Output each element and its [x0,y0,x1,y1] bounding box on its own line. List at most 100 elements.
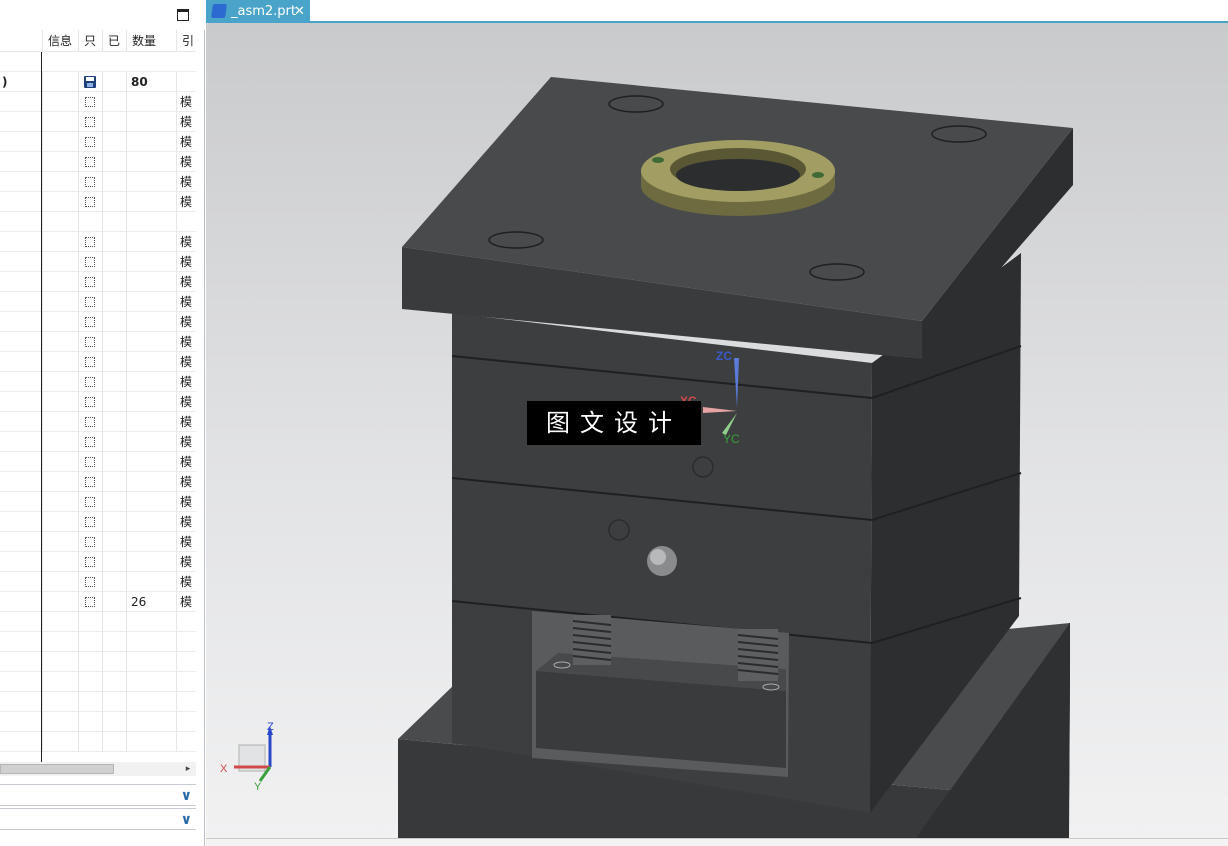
row-info [42,312,78,332]
component-row[interactable]: 模 [0,192,196,212]
readonly-checkbox[interactable] [85,417,95,427]
readonly-checkbox[interactable] [85,177,95,187]
readonly-checkbox[interactable] [85,277,95,287]
component-row[interactable]: 模 [0,132,196,152]
column-quantity[interactable]: 数量 [126,30,176,52]
row-quantity [126,432,176,452]
dependencies-section[interactable]: ∨ [0,808,196,830]
maximize-icon[interactable] [177,9,189,21]
readonly-checkbox[interactable] [85,337,95,347]
component-row[interactable]: 模 [0,432,196,452]
readonly-checkbox[interactable] [85,577,95,587]
readonly-checkbox[interactable] [85,117,95,127]
row-readonly [78,672,102,692]
scroll-right-icon[interactable]: ▸ [182,762,194,776]
readonly-checkbox[interactable] [85,137,95,147]
column-info[interactable]: 信息 [42,30,78,52]
component-row[interactable]: 模 [0,292,196,312]
row-readonly [78,612,102,632]
column-reference[interactable]: 引 [176,30,196,52]
row-quantity [126,132,176,152]
row-info [42,712,78,732]
component-row[interactable]: 26 模 [0,592,196,612]
component-row[interactable]: 模 [0,312,196,332]
component-row[interactable] [0,632,196,652]
component-row[interactable] [0,712,196,732]
component-row[interactable] [0,692,196,712]
scrollbar-thumb[interactable] [0,764,114,774]
component-row[interactable]: 模 [0,392,196,412]
row-quantity [126,212,176,232]
row-quantity [126,252,176,272]
component-row[interactable]: 模 [0,472,196,492]
component-row[interactable]: 模 [0,452,196,472]
readonly-checkbox[interactable] [85,477,95,487]
view-triad[interactable]: Z X Y [220,721,274,793]
row-info [42,692,78,712]
component-row[interactable]: 模 [0,552,196,572]
component-row[interactable] [0,732,196,752]
chevron-down-icon[interactable]: ∨ [181,809,192,831]
readonly-checkbox[interactable] [85,557,95,567]
readonly-checkbox[interactable] [85,517,95,527]
row-quantity [126,412,176,432]
component-row[interactable]: 模 [0,572,196,592]
preview-section[interactable]: ∨ [0,784,196,806]
component-row[interactable] [0,612,196,632]
component-row[interactable]: 模 [0,372,196,392]
component-row[interactable] [0,652,196,672]
horizontal-scrollbar[interactable]: ▸ [0,762,196,776]
locating-ring [641,140,835,216]
row-quantity [126,672,176,692]
component-row[interactable]: 模 [0,272,196,292]
readonly-checkbox[interactable] [85,197,95,207]
component-row[interactable]: 模 [0,532,196,552]
component-row[interactable]: 模 [0,512,196,532]
readonly-checkbox[interactable] [85,257,95,267]
component-row[interactable]: 模 [0,332,196,352]
row-reference: 模 [176,352,196,372]
root-assembly-row[interactable]: ) 80 [0,72,196,92]
3d-viewport[interactable]: ZC XC YC Z X Y 图文设计 [206,23,1228,838]
readonly-checkbox[interactable] [85,597,95,607]
readonly-checkbox[interactable] [85,97,95,107]
row-modified [102,672,126,692]
readonly-checkbox[interactable] [85,437,95,447]
readonly-checkbox[interactable] [85,457,95,467]
row-modified [102,132,126,152]
row-modified [102,572,126,592]
tree-column-divider[interactable] [41,52,42,762]
component-row[interactable]: 模 [0,352,196,372]
row-quantity [126,552,176,572]
component-row[interactable] [0,672,196,692]
readonly-checkbox[interactable] [85,377,95,387]
row-info [42,732,78,752]
readonly-checkbox[interactable] [85,497,95,507]
readonly-checkbox[interactable] [85,537,95,547]
readonly-checkbox[interactable] [85,157,95,167]
close-icon[interactable]: ✕ [294,0,305,23]
readonly-checkbox[interactable] [85,297,95,307]
component-row[interactable]: 模 [0,232,196,252]
spacer-row [0,52,196,72]
row-info [42,272,78,292]
row-info [42,192,78,212]
column-modified[interactable]: 已 [102,30,126,52]
tab-asm2[interactable]: _asm2.prt ✕ [206,0,310,23]
component-row[interactable]: 模 [0,412,196,432]
mold-base-model[interactable]: ZC XC YC Z X Y [206,23,1228,838]
component-row[interactable]: 模 [0,172,196,192]
component-row[interactable]: 模 [0,92,196,112]
component-row[interactable]: 模 [0,152,196,172]
component-row[interactable]: 模 [0,252,196,272]
return-spring-right [737,629,779,681]
readonly-checkbox[interactable] [85,237,95,247]
component-row[interactable] [0,212,196,232]
readonly-checkbox[interactable] [85,397,95,407]
readonly-checkbox[interactable] [85,317,95,327]
column-readonly[interactable]: 只 [78,30,102,52]
component-row[interactable]: 模 [0,112,196,132]
chevron-down-icon[interactable]: ∨ [181,785,192,807]
readonly-checkbox[interactable] [85,357,95,367]
component-row[interactable]: 模 [0,492,196,512]
